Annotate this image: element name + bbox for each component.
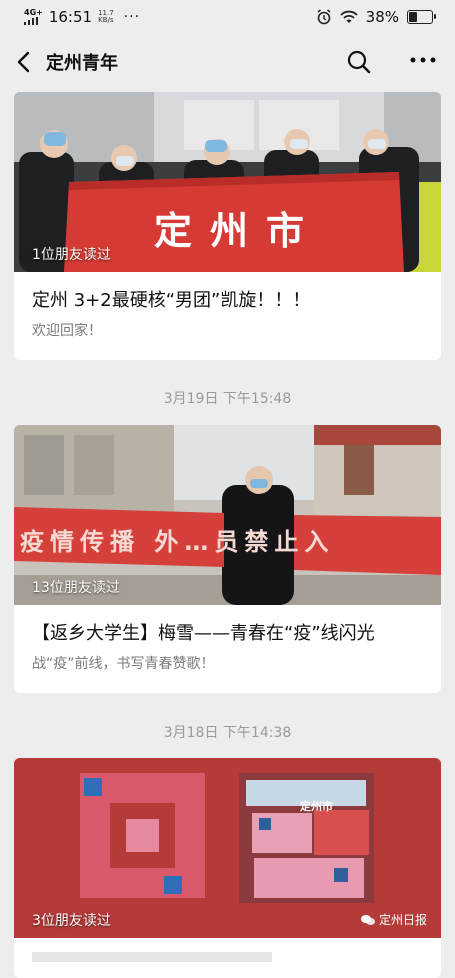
network-speed: 11.7 KB/s (98, 10, 114, 24)
account-title: 定州青年 (46, 53, 118, 74)
status-bar: 4G+ 16:51 11.7 KB/s ··· 38% (0, 0, 455, 34)
article-cover-image: 疫情传播 外…员禁止入 13位朋友读过 (14, 425, 441, 605)
clock: 16:51 (48, 8, 93, 26)
source-name: 定州日报 (378, 913, 427, 927)
article-cover-image: 回家 定州市 3位朋友读过 定州日报 (14, 758, 441, 938)
collage-big-text: 回家 (91, 780, 311, 938)
friends-read-count: 3位朋友读过 (32, 913, 111, 929)
signal-icon (24, 17, 38, 25)
article-card[interactable]: 回家 定州市 3位朋友读过 定州日报 (14, 758, 441, 978)
battery-fill (409, 12, 417, 22)
wifi-icon (340, 10, 358, 23)
article-card[interactable]: 定州市 1位朋友读过 定州 3+2最硬核“男团”凯旋！！！ 欢迎回家！ (14, 92, 441, 360)
alarm-icon (317, 9, 331, 25)
signal-indicator: 4G+ (24, 9, 43, 25)
article-summary: 战“疫”前线，书写青春赞歌！ (32, 656, 215, 672)
message-timestamp: 3月18日 下午14:38 (163, 725, 292, 741)
more-notifications-icon: ··· (123, 9, 141, 25)
banner-text: 定州市 (154, 208, 323, 253)
search-icon[interactable] (346, 49, 372, 75)
article-title[interactable]: 【返乡大学生】梅雪——青春在“疫”线闪光 (14, 605, 441, 645)
article-title[interactable]: 定州 3+2最硬核“男团”凯旋！！！ (14, 272, 441, 312)
battery-percent: 38% (365, 8, 399, 26)
banner-text: 定州市 (300, 800, 333, 813)
source-watermark: 定州日报 (360, 911, 427, 928)
back-arrow-icon[interactable] (14, 50, 34, 74)
article-cover-image: 定州市 1位朋友读过 (14, 92, 441, 272)
network-type: 4G+ (24, 8, 43, 17)
speed-unit: KB/s (98, 16, 114, 24)
article-card[interactable]: 疫情传播 外…员禁止入 13位朋友读过 【返乡大学生】梅雪——青春在“疫”线闪光… (14, 425, 441, 693)
nav-bar: 定州青年 (0, 34, 455, 90)
friends-read-count: 13位朋友读过 (32, 580, 120, 596)
friends-read-count: 1位朋友读过 (32, 247, 111, 263)
wechat-icon (360, 914, 375, 925)
message-timestamp: 3月19日 下午15:48 (163, 391, 292, 407)
banner-text: 疫情传播 外…员禁止入 (20, 528, 335, 556)
ellipsis-icon (410, 57, 436, 63)
battery-icon (407, 10, 436, 24)
article-summary: 欢迎回家！ (32, 323, 102, 339)
article-title-truncated[interactable] (14, 938, 441, 962)
more-options-icon[interactable] (408, 54, 438, 70)
